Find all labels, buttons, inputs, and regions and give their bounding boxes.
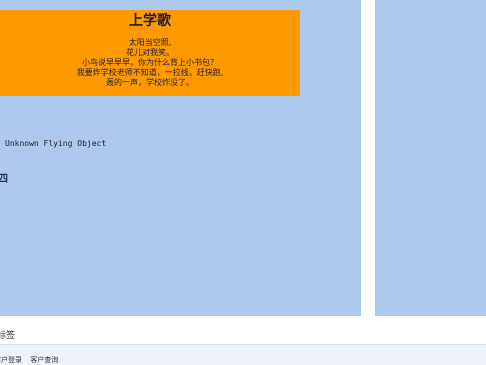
- poem-line: 小鸟说早早早，你为什么背上小书包？: [82, 58, 218, 67]
- ufo-caption: Unknown Flying Object: [5, 139, 107, 148]
- poem-title: 上学歌: [129, 13, 171, 29]
- poem-line: 花儿对我笑。: [126, 48, 174, 57]
- status-bar: 客户登录 客户查询: [0, 344, 486, 365]
- poem-line: 我要炸学校老师不知道，一拉线，赶快跑,: [76, 68, 224, 77]
- main-content-panel: 上学歌 太阳当空照, 花儿对我笑。 小鸟说早早早，你为什么背上小书包？ 我要炸学…: [0, 0, 361, 316]
- footer-label: 标签: [0, 331, 16, 341]
- section-heading-fragment: 四: [0, 174, 8, 185]
- side-panel: [375, 0, 486, 316]
- client-query-link[interactable]: 客户查询: [30, 356, 58, 364]
- poem-lines: 太阳当空照, 花儿对我笑。 小鸟说早早早，你为什么背上小书包？ 我要炸学校老师不…: [0, 38, 300, 88]
- poem-banner: 上学歌 太阳当空照, 花儿对我笑。 小鸟说早早早，你为什么背上小书包？ 我要炸学…: [0, 10, 300, 96]
- poem-line: 轰的一声，学校炸没了。: [106, 78, 194, 87]
- poem-line: 太阳当空照,: [128, 38, 172, 47]
- client-login-link[interactable]: 客户登录: [0, 356, 22, 364]
